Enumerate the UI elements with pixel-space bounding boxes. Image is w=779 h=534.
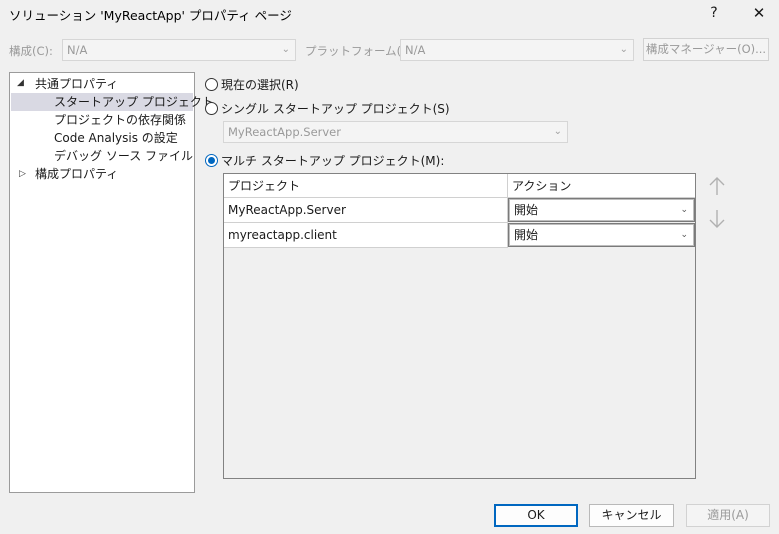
move-up-button[interactable]: [705, 174, 729, 200]
radio-multi-startup[interactable]: マルチ スタートアップ プロジェクト(M):: [205, 152, 444, 170]
radio-multi-startup-label: マルチ スタートアップ プロジェクト(M):: [221, 154, 445, 168]
action-select[interactable]: 開始 ⌄: [508, 198, 695, 222]
chevron-down-icon: ⌄: [680, 230, 688, 240]
radio-single-startup[interactable]: シングル スタートアップ プロジェクト(S): [205, 100, 450, 118]
action-select[interactable]: 開始 ⌄: [508, 223, 695, 247]
arrow-down-icon: [709, 210, 725, 228]
column-header-action: アクション: [508, 174, 695, 198]
tree-item-project-dependencies[interactable]: プロジェクトの依存関係: [54, 111, 186, 129]
arrow-up-icon: [709, 177, 725, 195]
column-header-project: プロジェクト: [224, 174, 508, 198]
tree-item-config-props[interactable]: 構成プロパティ: [35, 165, 118, 183]
expanded-triangle-icon[interactable]: ◢: [17, 78, 24, 88]
property-tree[interactable]: ◢ 共通プロパティ スタートアップ プロジェクト プロジェクトの依存関係 Cod…: [9, 72, 214, 493]
tree-item-debug-source-files[interactable]: デバッグ ソース ファイル: [54, 147, 193, 165]
config-select[interactable]: N/A ⌄: [62, 39, 296, 61]
platform-value: N/A: [405, 43, 426, 57]
chevron-down-icon: ⌄: [619, 44, 628, 55]
close-button[interactable]: ✕: [744, 2, 774, 24]
tree-item-startup-project[interactable]: スタートアップ プロジェクト: [11, 93, 214, 111]
config-manager-button[interactable]: 構成マネージャー(O)...: [643, 38, 769, 61]
single-startup-value: MyReactApp.Server: [228, 125, 341, 139]
single-startup-select[interactable]: MyReactApp.Server ⌄: [223, 121, 568, 143]
chevron-down-icon: ⌄: [680, 205, 688, 215]
apply-button[interactable]: 適用(A): [686, 504, 770, 527]
radio-single-startup-label: シングル スタートアップ プロジェクト(S): [221, 102, 450, 116]
startup-projects-grid[interactable]: プロジェクト アクション MyReactApp.Server 開始 ⌄ myre…: [223, 173, 696, 479]
chevron-down-icon: ⌄: [553, 126, 562, 137]
help-button[interactable]: ?: [700, 2, 728, 24]
table-cell-project[interactable]: MyReactApp.Server: [224, 198, 508, 223]
move-down-button[interactable]: [705, 206, 729, 232]
radio-circle[interactable]: [205, 102, 218, 115]
cancel-button[interactable]: キャンセル: [589, 504, 674, 527]
window-title: ソリューション 'MyReactApp' プロパティ ページ: [9, 8, 292, 23]
radio-circle-selected[interactable]: [205, 154, 218, 167]
config-label: 構成(C):: [9, 44, 53, 58]
chevron-down-icon: ⌄: [281, 44, 290, 55]
ok-button[interactable]: OK: [494, 504, 578, 527]
tree-item-code-analysis[interactable]: Code Analysis の設定: [54, 129, 178, 147]
radio-circle[interactable]: [205, 78, 218, 91]
action-value: 開始: [514, 203, 539, 217]
config-value: N/A: [67, 43, 88, 57]
radio-current-selection-label: 現在の選択(R): [221, 78, 299, 92]
tree-item-common-props[interactable]: 共通プロパティ: [35, 75, 118, 93]
platform-select[interactable]: N/A ⌄: [400, 39, 634, 61]
action-value: 開始: [514, 228, 539, 242]
collapsed-triangle-icon[interactable]: ▷: [19, 169, 26, 179]
title-bar: ソリューション 'MyReactApp' プロパティ ページ ? ✕: [0, 0, 779, 26]
table-cell-project[interactable]: myreactapp.client: [224, 223, 508, 248]
radio-current-selection[interactable]: 現在の選択(R): [205, 76, 299, 94]
